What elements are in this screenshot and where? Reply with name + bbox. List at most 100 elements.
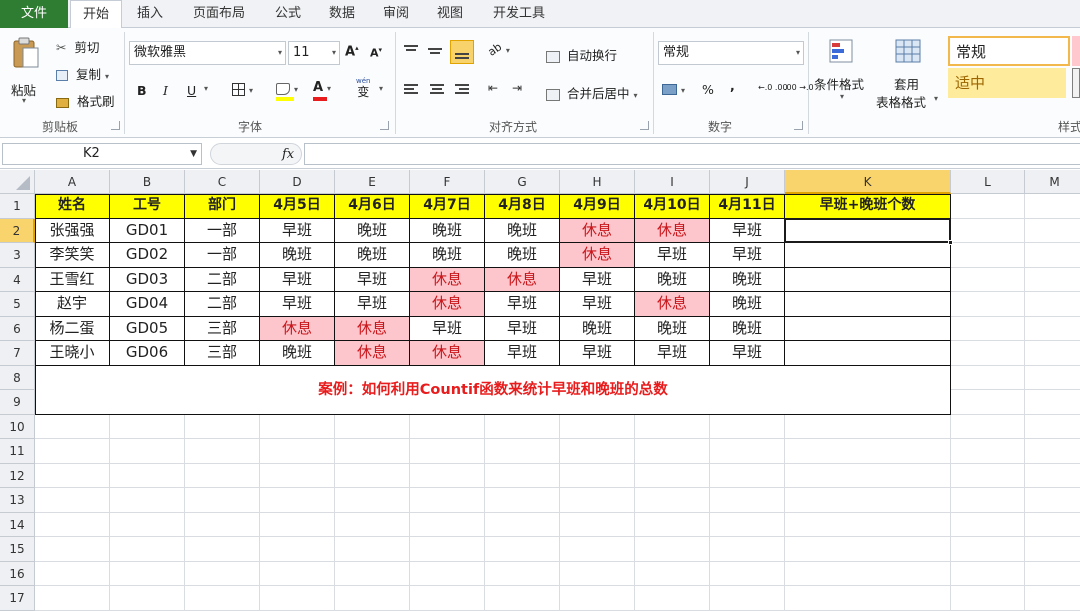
table-cell[interactable]: GD04 <box>110 292 184 316</box>
table-cell[interactable]: 休息 <box>260 316 334 340</box>
table-cell[interactable]: 早班 <box>410 317 484 341</box>
shrink-font-button[interactable]: A▾ <box>370 46 382 60</box>
row-header-10[interactable]: 10 <box>0 414 35 439</box>
column-header-g[interactable]: G <box>485 170 560 194</box>
table-cell[interactable]: 王雪红 <box>35 268 109 292</box>
merged-note-cell[interactable]: 案例：如何利用Countif函数来统计早班和晚班的总数 <box>36 365 950 414</box>
table-cell[interactable]: 二部 <box>185 268 259 292</box>
table-cell[interactable]: 晚班 <box>485 243 559 267</box>
table-cell[interactable]: 早班 <box>485 292 559 316</box>
column-header-d[interactable]: D <box>260 170 335 194</box>
tab-file[interactable]: 文件 <box>0 0 68 28</box>
fill-handle[interactable] <box>948 240 953 245</box>
table-cell[interactable]: 早班 <box>710 219 784 243</box>
column-header-b[interactable]: B <box>110 170 185 194</box>
border-button[interactable]: ▾ <box>232 81 253 96</box>
result-cell[interactable] <box>785 292 950 316</box>
column-header-h[interactable]: H <box>560 170 635 194</box>
table-cell[interactable]: 休息 <box>410 292 484 316</box>
table-cell[interactable]: GD02 <box>110 243 184 267</box>
table-cell[interactable]: 休息 <box>485 267 559 291</box>
table-cell[interactable]: 休息 <box>635 218 709 242</box>
table-cell[interactable]: 晚班 <box>635 268 709 292</box>
number-format-select[interactable]: 常规 ▾ <box>658 41 804 65</box>
table-cell[interactable]: 休息 <box>335 316 409 340</box>
decrease-indent-button[interactable]: ⇤ <box>488 81 498 95</box>
tab-review[interactable]: 审阅 <box>370 0 422 28</box>
row-header-17[interactable]: 17 <box>0 586 35 611</box>
table-cell[interactable]: 二部 <box>185 292 259 316</box>
table-cell[interactable]: 早班 <box>335 268 409 292</box>
table-cell[interactable]: 赵宇 <box>35 292 109 316</box>
tab-insert[interactable]: 插入 <box>124 0 176 28</box>
font-size-select[interactable]: 11 ▾ <box>288 41 340 65</box>
table-cell[interactable]: 休息 <box>560 243 634 267</box>
cell-style-neutral[interactable]: 适中 <box>948 68 1066 98</box>
table-cell[interactable]: 早班 <box>260 292 334 316</box>
italic-button[interactable]: I <box>163 83 168 98</box>
cell-style-bad[interactable] <box>1072 36 1080 66</box>
table-cell[interactable]: 早班 <box>635 243 709 267</box>
table-cell[interactable]: 休息 <box>635 292 709 316</box>
table-cell[interactable]: 早班 <box>560 341 634 365</box>
table-cell[interactable]: 休息 <box>410 267 484 291</box>
tab-page-layout[interactable]: 页面布局 <box>178 0 260 28</box>
table-cell[interactable]: 晚班 <box>710 292 784 316</box>
result-cell[interactable] <box>785 341 950 365</box>
table-cell[interactable]: 晚班 <box>560 317 634 341</box>
row-header-5[interactable]: 5 <box>0 292 35 317</box>
table-cell[interactable]: 杨二蛋 <box>35 317 109 341</box>
alignment-dialog-launcher[interactable] <box>640 121 649 130</box>
row-header-9[interactable]: 9 <box>0 390 35 415</box>
table-cell[interactable]: 早班 <box>710 341 784 365</box>
row-header-3[interactable]: 3 <box>0 243 35 268</box>
column-header-c[interactable]: C <box>185 170 260 194</box>
fill-color-button[interactable]: ▾ <box>276 80 298 101</box>
table-cell[interactable]: 休息 <box>560 218 634 242</box>
align-top-button[interactable] <box>402 40 422 60</box>
tab-formulas[interactable]: 公式 <box>262 0 314 28</box>
row-header-12[interactable]: 12 <box>0 463 35 488</box>
tab-home[interactable]: 开始 <box>70 0 122 29</box>
row-header-7[interactable]: 7 <box>0 341 35 366</box>
table-cell[interactable]: 李笑笑 <box>35 243 109 267</box>
table-cell[interactable]: 晚班 <box>260 243 334 267</box>
table-cell[interactable]: 早班 <box>260 268 334 292</box>
wrap-text-button[interactable]: 自动换行 <box>546 45 617 64</box>
row-header-11[interactable]: 11 <box>0 439 35 464</box>
table-cell[interactable]: 晚班 <box>335 243 409 267</box>
table-cell[interactable]: 早班 <box>485 317 559 341</box>
chevron-down-icon[interactable]: ▾ <box>204 84 208 93</box>
table-cell[interactable]: 晚班 <box>485 219 559 243</box>
accounting-format-button[interactable]: ▾ <box>662 81 685 96</box>
table-cell[interactable]: 晚班 <box>335 219 409 243</box>
align-right-button[interactable] <box>453 82 473 100</box>
align-middle-button[interactable] <box>426 40 446 60</box>
table-cell[interactable]: 晚班 <box>410 243 484 267</box>
table-cell[interactable]: 早班 <box>635 341 709 365</box>
column-header-k[interactable]: K <box>785 170 951 194</box>
align-bottom-button[interactable] <box>450 40 474 64</box>
copy-button[interactable]: 复制 ▾ <box>56 64 109 83</box>
row-header-13[interactable]: 13 <box>0 488 35 513</box>
tab-data[interactable]: 数据 <box>316 0 368 28</box>
grow-font-button[interactable]: A▴ <box>345 44 359 59</box>
column-header-f[interactable]: F <box>410 170 485 194</box>
row-header-1[interactable]: 1 <box>0 194 35 219</box>
format-as-table-button[interactable]: 套用 表格格式 ▾ <box>876 34 944 112</box>
table-cell[interactable]: 王晓小 <box>35 341 109 365</box>
merge-center-button[interactable]: 合并后居中 ▾ <box>546 83 638 102</box>
percent-button[interactable]: % <box>702 82 714 97</box>
tab-developer[interactable]: 开发工具 <box>478 0 560 28</box>
number-dialog-launcher[interactable] <box>794 121 803 130</box>
column-header-e[interactable]: E <box>335 170 410 194</box>
tab-view[interactable]: 视图 <box>424 0 476 28</box>
align-center-button[interactable] <box>428 82 448 100</box>
font-dialog-launcher[interactable] <box>380 121 389 130</box>
table-cell[interactable]: GD05 <box>110 317 184 341</box>
table-cell[interactable]: 早班 <box>485 341 559 365</box>
result-cell[interactable] <box>785 317 950 341</box>
result-cell[interactable] <box>785 243 950 267</box>
insert-function-button[interactable]: fx <box>282 147 294 162</box>
increase-indent-button[interactable]: ⇥ <box>512 81 522 95</box>
